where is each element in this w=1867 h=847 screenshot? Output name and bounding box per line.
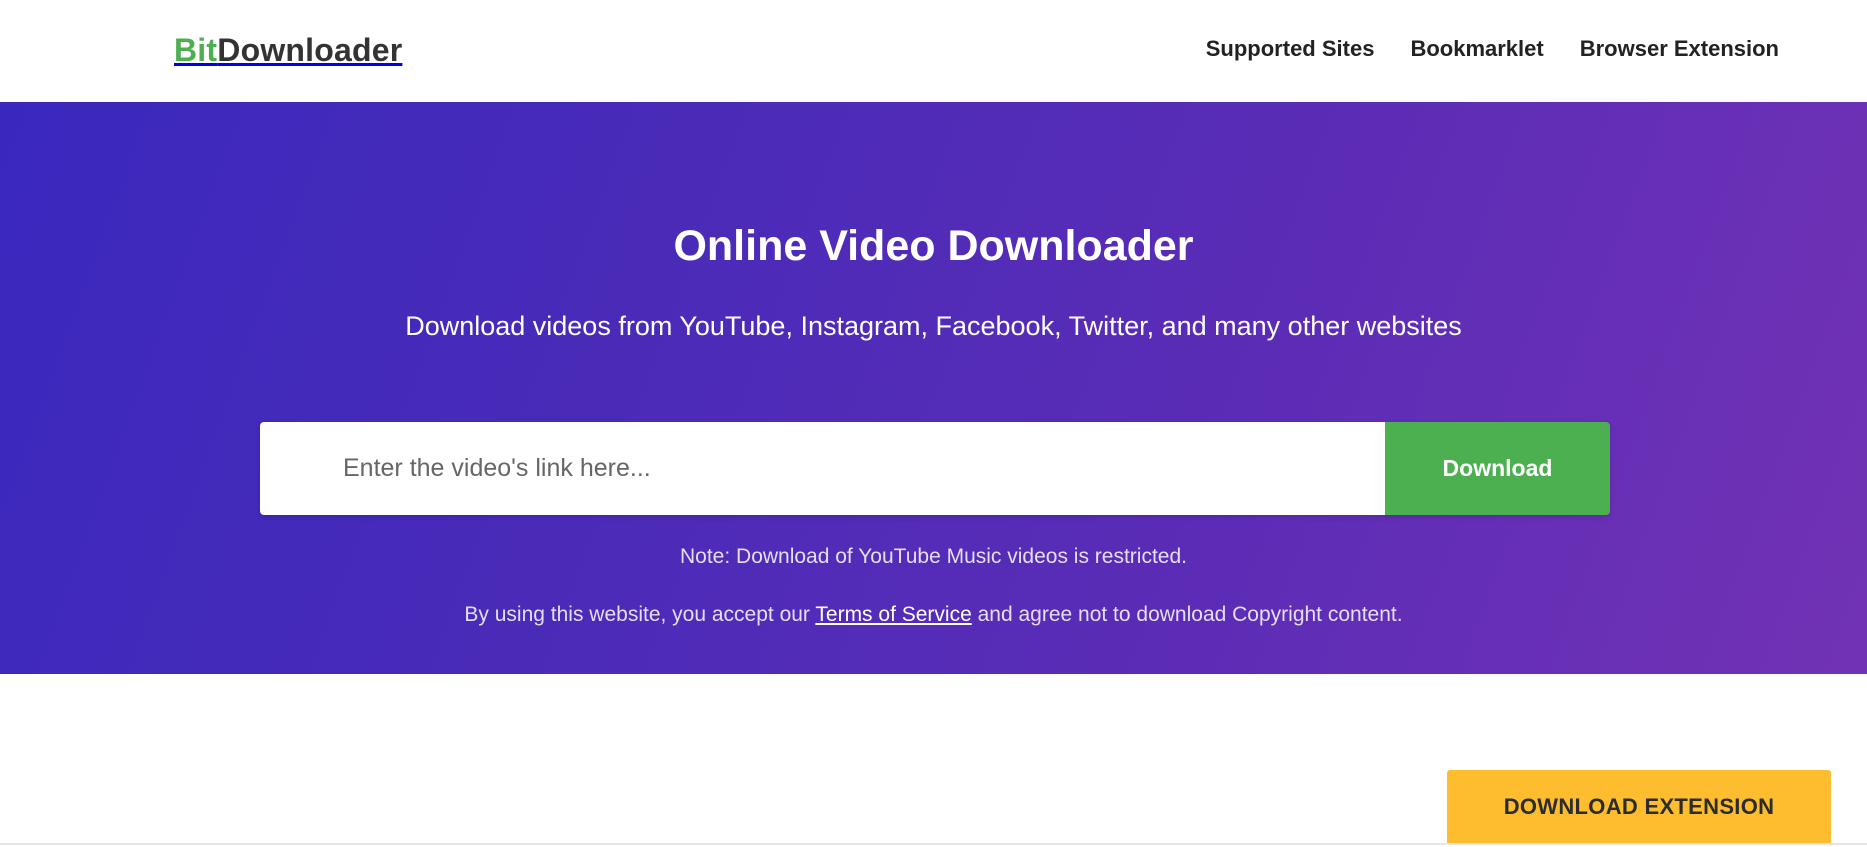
page-divider — [0, 843, 1867, 845]
terms-prefix: By using this website, you accept our — [464, 603, 816, 626]
logo-downloader: Downloader — [217, 32, 403, 68]
terms-suffix: and agree not to download Copyright cont… — [971, 603, 1403, 626]
nav-browser-extension[interactable]: Browser Extension — [1580, 34, 1779, 64]
url-search-bar: Download — [260, 422, 1610, 515]
page-title: Online Video Downloader — [673, 222, 1194, 270]
main-nav: Supported Sites Bookmarklet Browser Exte… — [1206, 34, 1779, 64]
hero-section: Online Video Downloader Download videos … — [0, 102, 1867, 674]
terms-of-service-link[interactable]: Terms of Service — [815, 603, 971, 626]
hero-subtitle: Download videos from YouTube, Instagram,… — [405, 311, 1462, 341]
terms-notice: By using this website, you accept our Te… — [0, 600, 1867, 630]
site-logo[interactable]: BitDownloader — [174, 30, 402, 70]
logo-bit: Bit — [174, 32, 218, 68]
nav-supported-sites[interactable]: Supported Sites — [1206, 34, 1375, 64]
download-extension-button[interactable]: DOWNLOAD EXTENSION — [1447, 770, 1831, 844]
video-link-input[interactable] — [260, 422, 1385, 515]
top-navbar: BitDownloader Supported Sites Bookmarkle… — [0, 0, 1867, 102]
download-button[interactable]: Download — [1385, 422, 1610, 515]
nav-bookmarklet[interactable]: Bookmarklet — [1410, 34, 1543, 64]
page: BitDownloader Supported Sites Bookmarkle… — [0, 0, 1867, 847]
youtube-music-note: Note: Download of YouTube Music videos i… — [680, 545, 1187, 568]
